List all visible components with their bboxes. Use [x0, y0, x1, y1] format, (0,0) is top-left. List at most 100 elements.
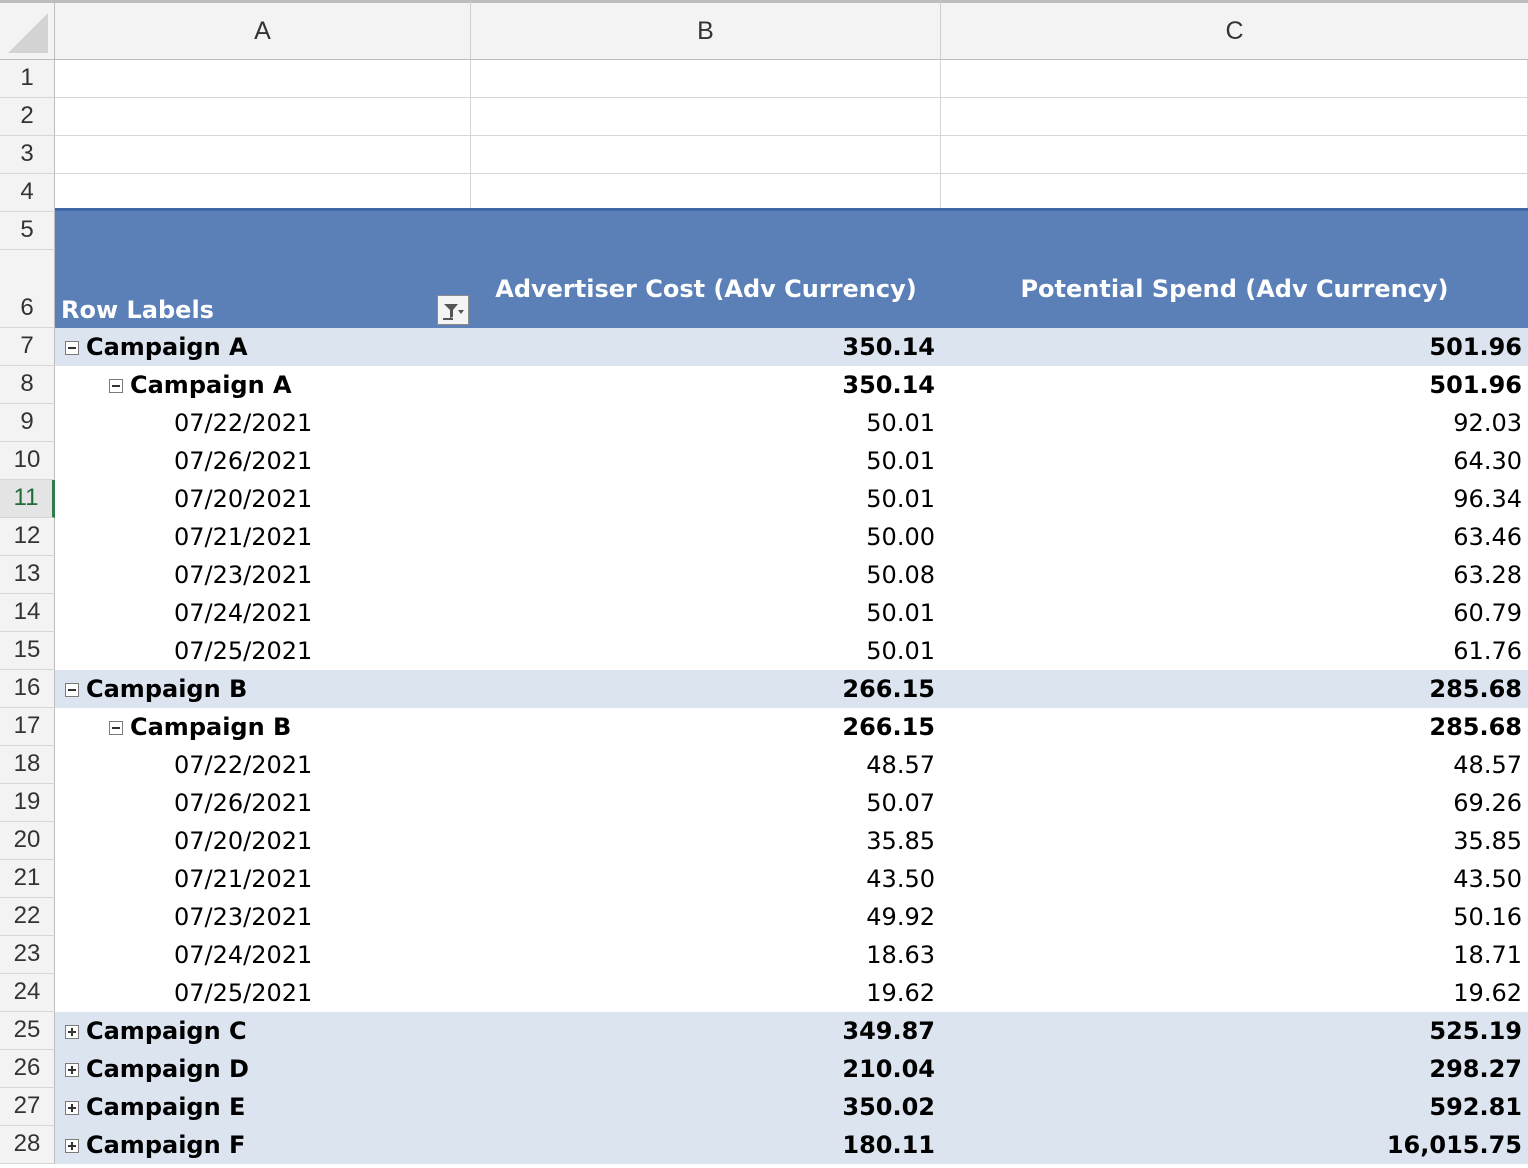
potential-spend-value: 63.46 [1453, 523, 1522, 551]
potential-spend-value: 16,015.75 [1386, 1131, 1522, 1159]
potential-spend-value: 501.96 [1429, 371, 1522, 399]
pivot-header-band [55, 211, 1528, 328]
advertiser-cost-value: 43.50 [866, 865, 935, 893]
row-label: 07/22/2021 [174, 751, 313, 779]
row-header-19[interactable]: 19 [0, 784, 55, 822]
advertiser-cost-value: 18.63 [866, 941, 935, 969]
collapse-icon[interactable] [65, 341, 79, 355]
column-header-a[interactable]: A [55, 0, 471, 60]
row-header-26[interactable]: 26 [0, 1050, 55, 1088]
row-header-15[interactable]: 15 [0, 632, 55, 670]
advertiser-cost-value: 19.62 [866, 979, 935, 1007]
row-header-8[interactable]: 8 [0, 366, 55, 404]
row-label: 07/21/2021 [174, 865, 313, 893]
row-header-16[interactable]: 16 [0, 670, 55, 708]
cell[interactable] [471, 98, 941, 136]
advertiser-cost-value: 350.02 [842, 1093, 935, 1121]
advertiser-cost-value: 350.14 [842, 371, 935, 399]
row-header-6[interactable]: 6 [0, 250, 55, 328]
row-header-4[interactable]: 4 [0, 174, 55, 212]
row-label: 07/26/2021 [174, 447, 313, 475]
potential-spend-value: 18.71 [1453, 941, 1522, 969]
advertiser-cost-value: 50.07 [866, 789, 935, 817]
row-header-27[interactable]: 27 [0, 1088, 55, 1126]
potential-spend-value: 43.50 [1453, 865, 1522, 893]
row-header-10[interactable]: 10 [0, 442, 55, 480]
potential-spend-value: 60.79 [1453, 599, 1522, 627]
row-header-25[interactable]: 25 [0, 1012, 55, 1050]
row-header-7[interactable]: 7 [0, 328, 55, 366]
cell[interactable] [55, 136, 471, 174]
advertiser-cost-value: 50.00 [866, 523, 935, 551]
potential-spend-value: 96.34 [1453, 485, 1522, 513]
expand-icon[interactable] [65, 1025, 79, 1039]
row-header-24[interactable]: 24 [0, 974, 55, 1012]
collapse-icon[interactable] [109, 379, 123, 393]
advertiser-cost-value: 50.01 [866, 447, 935, 475]
advertiser-cost-header: Advertiser Cost (Adv Currency) [495, 275, 917, 303]
advertiser-cost-value: 349.87 [842, 1017, 935, 1045]
row-label: Campaign A [86, 333, 248, 361]
advertiser-cost-value: 266.15 [842, 675, 935, 703]
collapse-icon[interactable] [109, 721, 123, 735]
advertiser-cost-value: 266.15 [842, 713, 935, 741]
cell[interactable] [471, 174, 941, 212]
row-label: Campaign F [86, 1131, 246, 1159]
expand-icon[interactable] [65, 1101, 79, 1115]
potential-spend-value: 63.28 [1453, 561, 1522, 589]
row-label: Campaign E [86, 1093, 246, 1121]
cell[interactable] [55, 60, 471, 98]
expand-icon[interactable] [65, 1063, 79, 1077]
cell[interactable] [471, 136, 941, 174]
row-label: 07/22/2021 [174, 409, 313, 437]
cell[interactable] [941, 98, 1528, 136]
advertiser-cost-value: 210.04 [842, 1055, 935, 1083]
potential-spend-value: 298.27 [1429, 1055, 1522, 1083]
row-labels-filter-button[interactable] [437, 295, 469, 325]
row-label: 07/20/2021 [174, 485, 313, 513]
row-header-11[interactable]: 11 [0, 480, 55, 518]
cell[interactable] [941, 136, 1528, 174]
cell[interactable] [471, 60, 941, 98]
column-header-b[interactable]: B [471, 0, 941, 60]
row-label: Campaign C [86, 1017, 247, 1045]
cell[interactable] [55, 174, 471, 212]
spreadsheet-grid: A B C 1 2 3 4 5 6 7 8 9 10 11 12 13 14 15 16 17 18 19 20 21 2… [0, 0, 1528, 1168]
row-header-9[interactable]: 9 [0, 404, 55, 442]
row-header-12[interactable]: 12 [0, 518, 55, 556]
row-header-2[interactable]: 2 [0, 98, 55, 136]
advertiser-cost-value: 180.11 [842, 1131, 935, 1159]
filter-icon [443, 304, 464, 320]
row-header-23[interactable]: 23 [0, 936, 55, 974]
cell[interactable] [55, 98, 471, 136]
row-header-17[interactable]: 17 [0, 708, 55, 746]
advertiser-cost-value: 350.14 [842, 333, 935, 361]
row-header-28[interactable]: 28 [0, 1126, 55, 1164]
row-header-13[interactable]: 13 [0, 556, 55, 594]
collapse-icon[interactable] [65, 683, 79, 697]
select-all-corner[interactable] [0, 0, 55, 60]
potential-spend-value: 48.57 [1453, 751, 1522, 779]
potential-spend-value: 525.19 [1429, 1017, 1522, 1045]
column-header-c[interactable]: C [941, 0, 1528, 60]
row-label: 07/25/2021 [174, 637, 313, 665]
cell[interactable] [941, 174, 1528, 212]
advertiser-cost-value: 50.01 [866, 599, 935, 627]
row-header-14[interactable]: 14 [0, 594, 55, 632]
row-header-5[interactable]: 5 [0, 212, 55, 250]
cell[interactable] [941, 60, 1528, 98]
advertiser-cost-value: 49.92 [866, 903, 935, 931]
advertiser-cost-value: 50.01 [866, 409, 935, 437]
row-header-22[interactable]: 22 [0, 898, 55, 936]
row-header-21[interactable]: 21 [0, 860, 55, 898]
row-header-3[interactable]: 3 [0, 136, 55, 174]
row-labels-header: Row Labels [61, 296, 214, 324]
row-label: Campaign D [86, 1055, 249, 1083]
row-label: Campaign B [86, 675, 248, 703]
row-header-18[interactable]: 18 [0, 746, 55, 784]
row-header-1[interactable]: 1 [0, 60, 55, 98]
expand-icon[interactable] [65, 1139, 79, 1153]
advertiser-cost-value: 35.85 [866, 827, 935, 855]
potential-spend-value: 285.68 [1429, 713, 1522, 741]
row-header-20[interactable]: 20 [0, 822, 55, 860]
